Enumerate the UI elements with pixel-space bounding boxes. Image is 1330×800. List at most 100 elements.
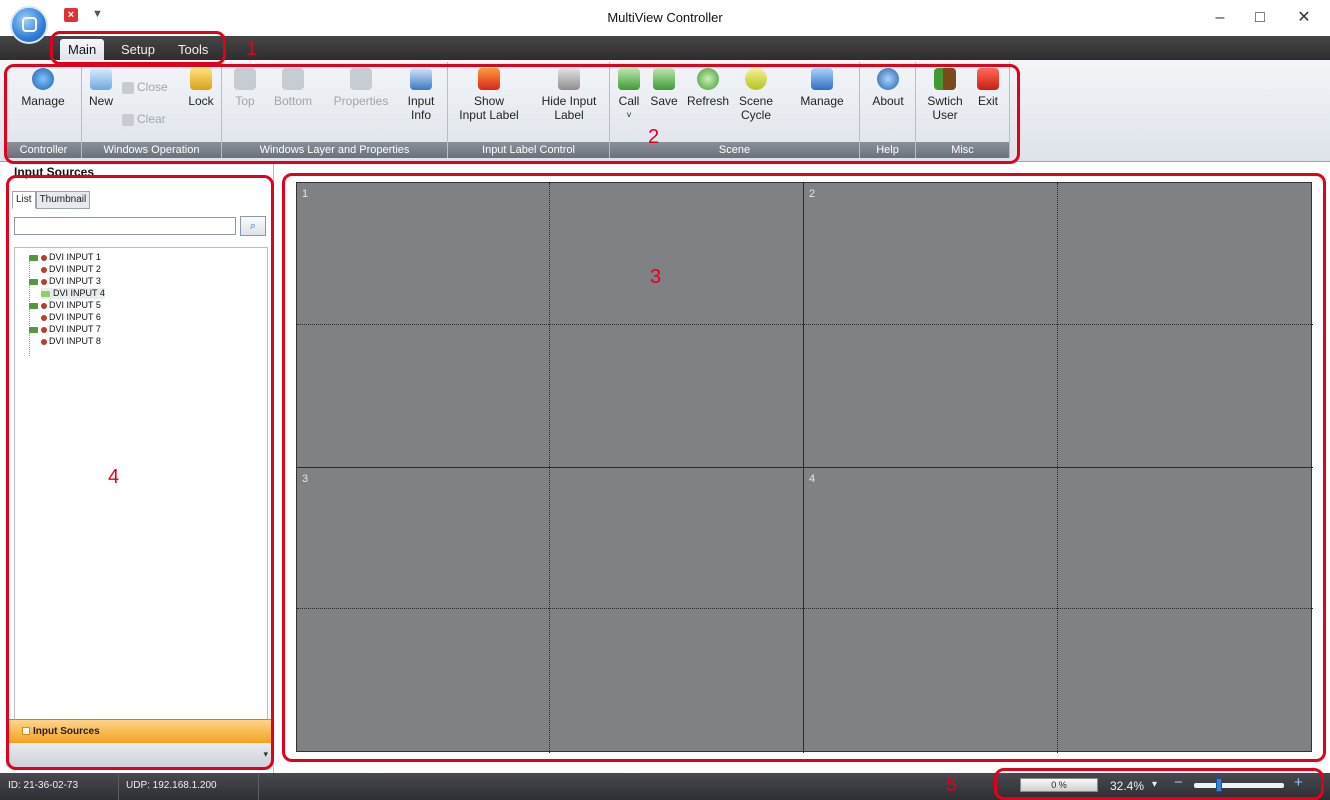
tree-item-dvi-input-7[interactable]: DVI INPUT 7 xyxy=(29,324,101,335)
zoom-level-text: 32.4% xyxy=(1110,779,1145,793)
app-menu-button[interactable] xyxy=(10,6,48,44)
ribbon-group-windows-layer: Top Bottom Properties Input Info Windows… xyxy=(222,62,448,158)
properties-button[interactable]: Properties xyxy=(324,62,398,138)
ribbon: Manage Controller New Close Clear Lock W… xyxy=(0,60,1330,162)
top-button[interactable]: Top xyxy=(228,62,262,138)
call-scene-icon xyxy=(618,68,640,90)
refresh-scene-button[interactable]: Refresh xyxy=(684,62,732,138)
panel-overflow-chevron-icon[interactable]: ▾ xyxy=(263,749,268,760)
panel-overflow-strip: ▾ xyxy=(6,743,274,767)
search-button[interactable]: ⌕ xyxy=(240,216,266,236)
show-input-label-1: Show xyxy=(473,94,505,108)
send-to-bottom-icon xyxy=(282,68,304,90)
exit-label: Exit xyxy=(977,94,998,108)
grid-divider-horizontal-3 xyxy=(297,608,1313,609)
maximize-button[interactable]: □ xyxy=(1240,4,1280,32)
input-sources-bottom-label: Input Sources xyxy=(33,726,100,737)
switch-user-button[interactable]: Swtich User xyxy=(922,62,968,138)
tree-item-label: DVI INPUT 6 xyxy=(49,312,101,322)
zoom-in-button[interactable]: + xyxy=(1294,774,1303,791)
call-dropdown-icon: ˅ xyxy=(626,110,632,120)
zoom-slider-track[interactable] xyxy=(1194,783,1284,788)
input-info-button[interactable]: Input Info xyxy=(400,62,442,138)
top-label: Top xyxy=(235,94,255,108)
hide-input-label-1: Hide Input xyxy=(541,94,597,108)
plug-icon xyxy=(41,254,47,261)
zoom-out-button[interactable]: − xyxy=(1174,774,1183,791)
annotation-number-3: 3 xyxy=(650,266,662,288)
tree-item-dvi-input-8[interactable]: DVI INPUT 8 xyxy=(41,336,101,347)
new-window-button[interactable]: New xyxy=(84,62,118,138)
scene-cycle-label-2: Cycle xyxy=(740,108,771,122)
exit-button[interactable]: Exit xyxy=(972,62,1004,138)
refresh-label: Refresh xyxy=(686,94,730,108)
connected-source-icon xyxy=(29,302,38,309)
close-small-icon xyxy=(122,81,134,94)
about-button[interactable]: About xyxy=(864,62,912,138)
bottom-button[interactable]: Bottom xyxy=(266,62,320,138)
clear-windows-button[interactable]: Clear xyxy=(122,112,166,126)
tree-item-dvi-input-1[interactable]: DVI INPUT 1 xyxy=(29,252,101,263)
group-label-controller: Controller xyxy=(6,142,81,158)
tree-item-dvi-input-4[interactable]: DVI INPUT 4 xyxy=(41,288,105,299)
video-wall-canvas[interactable]: 1 2 3 4 xyxy=(296,182,1313,753)
annotation-number-5: 5 xyxy=(946,774,958,796)
minimize-button[interactable]: – xyxy=(1200,4,1240,32)
globe-icon xyxy=(32,68,54,90)
ribbon-group-input-label: Show Input Label Hide Input Label Input … xyxy=(448,62,610,158)
zoom-dropdown-icon[interactable]: ▾ xyxy=(1152,779,1157,790)
udp-address-text: UDP: 192.168.1.200 xyxy=(126,780,217,791)
save-scene-label: Save xyxy=(650,94,678,108)
refresh-icon xyxy=(697,68,719,90)
zoom-slider-thumb[interactable] xyxy=(1216,778,1222,792)
active-source-icon xyxy=(41,290,50,297)
ribbon-group-controller: Manage Controller xyxy=(6,62,82,158)
input-sources-bottom-tab[interactable]: Input Sources xyxy=(6,719,274,743)
progress-indicator: 0 % xyxy=(1020,778,1098,792)
connected-source-icon xyxy=(29,278,38,285)
group-label-windows-operation: Windows Operation xyxy=(82,142,221,158)
manage-scene-icon xyxy=(811,68,833,90)
input-sources-search-input[interactable] xyxy=(14,217,236,235)
call-scene-button[interactable]: Call ˅ xyxy=(614,62,644,138)
tree-item-label: DVI INPUT 5 xyxy=(49,300,101,310)
tab-setup[interactable]: Setup xyxy=(113,39,163,60)
ribbon-group-misc: Swtich User Exit Misc xyxy=(916,62,1010,158)
screen-number-3: 3 xyxy=(302,473,309,485)
device-id-text: ID: 21-36-02-73 xyxy=(8,780,79,791)
tree-item-dvi-input-3[interactable]: DVI INPUT 3 xyxy=(29,276,101,287)
tree-item-dvi-input-5[interactable]: DVI INPUT 5 xyxy=(29,300,101,311)
connected-source-icon xyxy=(29,326,38,333)
close-window-small-button[interactable]: Close xyxy=(122,80,168,94)
lock-label: Lock xyxy=(188,94,214,108)
bottom-label: Bottom xyxy=(273,94,312,108)
lock-button[interactable]: Lock xyxy=(184,62,218,138)
manage-controller-label: Manage xyxy=(21,94,65,108)
new-window-label: New xyxy=(88,94,113,108)
switch-user-label-1: Swtich xyxy=(927,94,963,108)
scene-cycle-button[interactable]: Scene Cycle xyxy=(734,62,778,138)
show-input-label-button[interactable]: Show Input Label xyxy=(452,62,526,138)
cycle-icon xyxy=(745,68,767,90)
screen-boundary-horizontal xyxy=(297,467,1313,468)
tree-item-dvi-input-2[interactable]: DVI INPUT 2 xyxy=(41,264,101,275)
grid-divider-vertical-3 xyxy=(1057,183,1058,753)
show-input-label-2: Input Label xyxy=(459,108,519,122)
status-separator xyxy=(118,773,119,800)
tree-item-label: DVI INPUT 1 xyxy=(49,252,101,262)
exit-icon xyxy=(977,68,999,90)
plug-icon xyxy=(41,266,47,273)
tab-thumbnail[interactable]: Thumbnail xyxy=(35,191,91,209)
input-sources-view-tabs: List Thumbnail xyxy=(12,189,91,209)
tab-list[interactable]: List xyxy=(12,191,36,209)
tree-item-label: DVI INPUT 2 xyxy=(49,264,101,274)
call-scene-label: Call xyxy=(618,94,640,108)
manage-controller-button[interactable]: Manage xyxy=(10,62,76,138)
group-label-windows-layer: Windows Layer and Properties xyxy=(222,142,447,158)
tab-main[interactable]: Main xyxy=(60,39,105,60)
manage-scene-button[interactable]: Manage xyxy=(796,62,848,138)
hide-input-label-button[interactable]: Hide Input Label xyxy=(532,62,606,138)
tree-item-dvi-input-6[interactable]: DVI INPUT 6 xyxy=(41,312,101,323)
tab-tools[interactable]: Tools xyxy=(170,39,216,60)
close-window-button[interactable]: ✕ xyxy=(1284,4,1324,32)
